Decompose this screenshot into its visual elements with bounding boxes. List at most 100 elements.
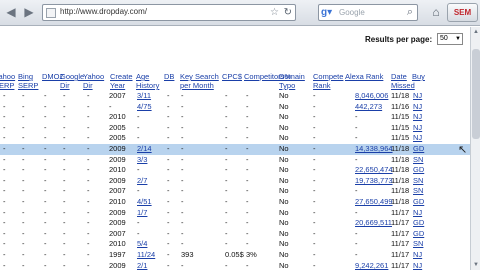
table-cell: - (63, 229, 66, 240)
buy-link[interactable]: GD (413, 229, 424, 240)
table-link[interactable]: 5/4 (137, 239, 147, 250)
buy-link[interactable]: NJ (413, 250, 422, 261)
table-cell: - (63, 155, 66, 166)
table-cell: - (246, 102, 249, 113)
buy-link[interactable]: NJ (413, 123, 422, 134)
table-cell: - (181, 133, 184, 144)
column-header[interactable]: Yahoo SERP (0, 72, 17, 90)
results-per-page-select[interactable]: 50 ▼ (437, 33, 463, 45)
column-header[interactable]: DB (164, 72, 176, 81)
column-header[interactable]: Buy (412, 72, 428, 81)
table-link[interactable]: 11/24 (137, 250, 155, 261)
bookmark-star-icon[interactable]: ☆ (270, 7, 279, 18)
scroll-thumb[interactable] (472, 49, 480, 139)
table-cell: - (246, 144, 249, 155)
column-header[interactable]: Bing SERP (18, 72, 41, 90)
back-arrow-icon[interactable]: ◀ (3, 4, 19, 20)
table-cell: - (3, 102, 6, 113)
column-header[interactable]: Compete Rank (313, 72, 343, 90)
table-link[interactable]: 14,338,964 (355, 144, 393, 155)
table-link[interactable]: 8,046,006 (355, 91, 388, 102)
search-box[interactable]: g▾ Google ⌕ (318, 4, 418, 21)
column-header[interactable]: Date Missed (391, 72, 413, 90)
column-header[interactable]: Yahoo Dir (83, 72, 109, 90)
table-cell: - (225, 261, 228, 271)
table-link[interactable]: 27,650,499 (355, 197, 393, 208)
column-header[interactable]: Competitors% (244, 72, 279, 81)
buy-link[interactable]: NJ (413, 261, 422, 271)
table-cell: - (313, 144, 316, 155)
buy-link[interactable]: SN (413, 239, 423, 250)
table-row: -----2007-----No--11/17GD (0, 229, 470, 240)
table-cell: - (225, 186, 228, 197)
table-link[interactable]: 2/14 (137, 144, 152, 155)
column-header[interactable]: Alexa Rank (345, 72, 389, 81)
table-cell: - (87, 208, 90, 219)
buy-link[interactable]: GD (413, 165, 424, 176)
table-cell: - (225, 112, 228, 123)
buy-link[interactable]: GD (413, 197, 424, 208)
table-cell: 2009 (109, 144, 126, 155)
table-cell: - (87, 144, 90, 155)
column-header[interactable]: Domain Typo (279, 72, 311, 90)
column-header[interactable]: Age History (136, 72, 164, 90)
table-cell: - (87, 165, 90, 176)
table-cell: - (3, 261, 6, 271)
seo-extension-button[interactable]: SEM (447, 3, 478, 22)
table-cell: - (44, 165, 47, 176)
buy-link[interactable]: SN (413, 155, 423, 166)
column-header[interactable]: CPC$ (222, 72, 242, 81)
column-header[interactable]: Google Dir (60, 72, 84, 90)
address-bar[interactable]: http://www.dropday.com/ ☆ ↻ (42, 4, 296, 21)
table-cell: 1997 (109, 250, 126, 261)
table-link[interactable]: 9,242,261 (355, 261, 388, 271)
mouse-cursor-icon: ↖ (458, 143, 467, 156)
column-header[interactable]: DMOZ (42, 72, 60, 81)
table-link[interactable]: 19,738,773 (355, 176, 393, 187)
table-link[interactable]: 442,273 (355, 102, 382, 113)
table-link[interactable]: 3/3 (137, 155, 147, 166)
table-cell: 11/17 (391, 229, 409, 240)
vertical-scrollbar[interactable]: ▲ ▼ (470, 27, 480, 270)
buy-link[interactable]: NJ (413, 91, 422, 102)
column-header[interactable]: Key Search per Month (180, 72, 222, 90)
url-text[interactable]: http://www.dropday.com/ (60, 7, 147, 16)
table-link[interactable]: 22,650,474 (355, 165, 393, 176)
table-cell: - (355, 250, 358, 261)
buy-link[interactable]: NJ (413, 102, 422, 113)
scroll-down-icon[interactable]: ▼ (471, 260, 480, 270)
table-cell: - (167, 91, 170, 102)
forward-arrow-icon[interactable]: ▶ (21, 4, 37, 20)
table-link[interactable]: 4/75 (137, 102, 152, 113)
table-cell: - (246, 112, 249, 123)
table-link[interactable]: 1/7 (137, 208, 147, 219)
table-link[interactable]: 2/7 (137, 176, 147, 187)
table-cell: - (313, 239, 316, 250)
table-cell: - (87, 197, 90, 208)
search-icon[interactable]: ⌕ (407, 6, 413, 19)
column-header[interactable]: Create Year (110, 72, 136, 90)
table-cell: 11/17 (391, 239, 409, 250)
home-icon[interactable]: ⌂ (428, 4, 444, 20)
table-link[interactable]: 20,669,511 (355, 218, 392, 229)
scroll-up-icon[interactable]: ▲ (471, 27, 480, 37)
buy-link[interactable]: NJ (413, 112, 422, 123)
buy-link[interactable]: NJ (413, 133, 422, 144)
table-link[interactable]: 3/11 (137, 91, 151, 102)
table-cell: No (279, 112, 289, 123)
table-cell: - (313, 229, 316, 240)
table-link[interactable]: 2/1 (137, 261, 147, 271)
table-link[interactable]: 4/51 (137, 197, 152, 208)
google-icon[interactable]: g▾ (321, 7, 332, 18)
table-row: -----2005-----No--11/15NJ (0, 123, 470, 134)
table-cell: - (181, 261, 184, 271)
reload-icon[interactable]: ↻ (284, 7, 292, 18)
buy-link[interactable]: SN (413, 176, 423, 187)
table-cell: - (355, 208, 358, 219)
buy-link[interactable]: SN (413, 186, 423, 197)
buy-link[interactable]: NJ (413, 208, 422, 219)
buy-link[interactable]: GD (413, 144, 424, 155)
buy-link[interactable]: GD (413, 218, 424, 229)
table-cell: - (22, 250, 25, 261)
table-cell: - (3, 91, 6, 102)
